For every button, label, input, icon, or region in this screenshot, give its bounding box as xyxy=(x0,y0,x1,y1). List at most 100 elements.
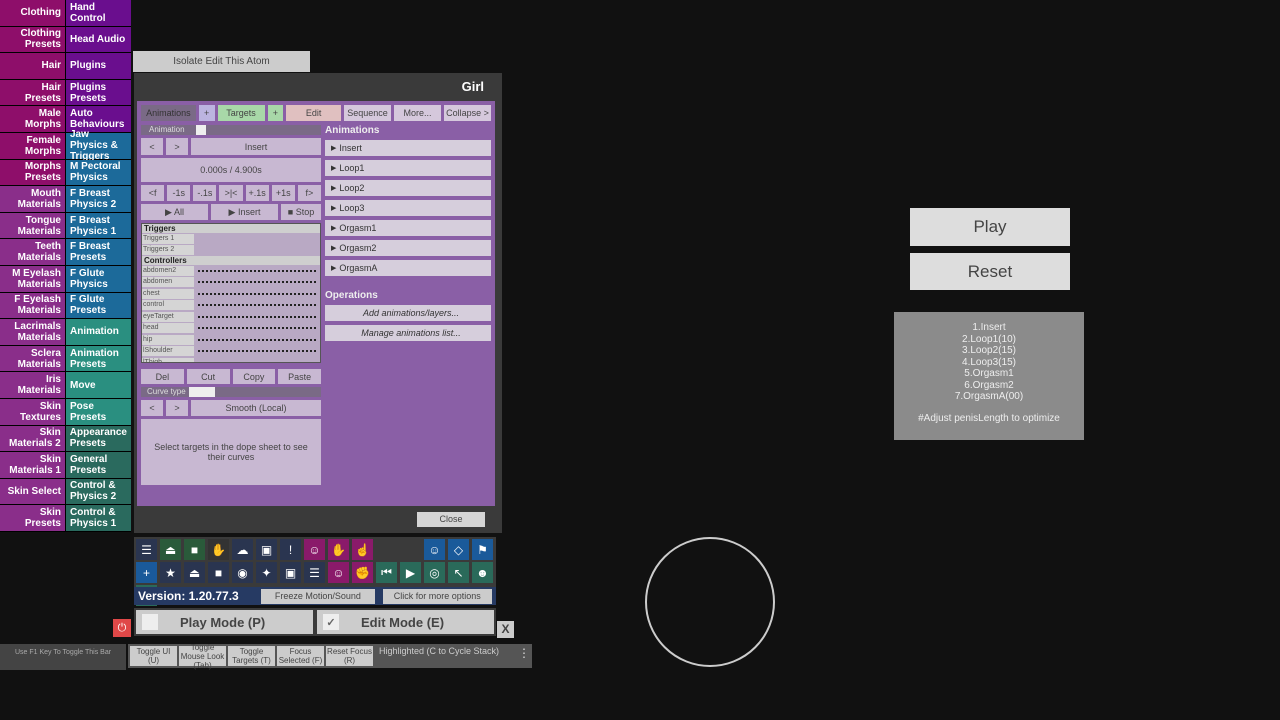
nodes-icon[interactable]: ✦ xyxy=(256,562,277,583)
scrubber[interactable]: 0.000s / 4.900s xyxy=(141,158,321,182)
step-button[interactable]: -.1s xyxy=(193,185,217,201)
sidebar-tab-left[interactable]: Sclera Materials xyxy=(0,345,66,372)
sidebar-tab-right[interactable]: Animation xyxy=(66,319,131,345)
edit-paste-button[interactable]: Paste xyxy=(278,369,321,384)
folder-save-icon[interactable]: ■ xyxy=(208,562,229,583)
add-animations-button[interactable]: Add animations/layers... xyxy=(325,305,491,321)
sidebar-tab-left[interactable]: Clothing xyxy=(0,0,66,26)
scene-play-button[interactable]: Play xyxy=(910,208,1070,246)
edit-copy-button[interactable]: Copy xyxy=(232,369,276,384)
bottom-bar-button[interactable]: Toggle Targets (T) xyxy=(228,646,275,666)
sidebar-tab-left[interactable]: Male Morphs xyxy=(0,106,66,132)
sidebar-tab-right[interactable]: Head Audio xyxy=(66,26,131,53)
sidebar-tab-right[interactable]: Auto Behaviours xyxy=(66,106,131,132)
box-icon[interactable]: ▣ xyxy=(256,539,277,560)
power-icon[interactable]: ⏻ xyxy=(113,619,131,637)
sidebar-tab-right[interactable]: M Pectoral Physics xyxy=(66,159,131,186)
transform-gizmo[interactable] xyxy=(645,537,775,667)
tab-targets[interactable]: Targets xyxy=(217,105,265,121)
isolate-edit-button[interactable]: Isolate Edit This Atom xyxy=(133,51,310,72)
dope-sheet[interactable]: Triggers Triggers 1 Triggers 2 Controllers a… xyxy=(141,223,321,363)
stop-button[interactable]: ■ Stop xyxy=(281,204,321,220)
sidebar-tab-left[interactable]: Hair Presets xyxy=(0,79,66,106)
controller-name[interactable]: lThigh xyxy=(142,357,194,362)
person-add-icon[interactable]: ☺ xyxy=(304,539,325,560)
controller-name[interactable]: eyeTarget xyxy=(142,311,194,322)
folder-open-icon[interactable]: ■ xyxy=(184,539,205,560)
sidebar-tab-right[interactable]: General Presets xyxy=(66,452,131,478)
sidebar-tab-right[interactable]: Pose Presets xyxy=(66,398,131,425)
tab-more[interactable]: More... xyxy=(394,105,441,121)
trigger-name[interactable]: Triggers 1 xyxy=(142,233,194,244)
person-icon[interactable]: ☺ xyxy=(424,539,445,560)
controller-name[interactable]: hip xyxy=(142,334,194,345)
animation-list-item[interactable]: ▶ Orgasm2 xyxy=(325,240,491,256)
sidebar-tab-left[interactable]: Skin Textures xyxy=(0,398,66,425)
controller-name[interactable]: abdomen xyxy=(142,277,194,288)
curve-type-slider[interactable] xyxy=(188,387,215,397)
keyframe-track[interactable] xyxy=(198,361,316,362)
document-icon[interactable]: ☰ xyxy=(304,562,325,583)
more-menu-icon[interactable]: ⋮ xyxy=(518,646,530,666)
freeze-motion-toggle[interactable]: Freeze Motion/Sound xyxy=(261,588,375,604)
step-button[interactable]: >|< xyxy=(219,185,243,201)
edit-mode-button[interactable]: ✓ Edit Mode (E) xyxy=(317,610,494,634)
sidebar-tab-left[interactable]: Tongue Materials xyxy=(0,212,66,239)
person-remove-icon[interactable]: ☺ xyxy=(328,562,349,583)
sidebar-tab-left[interactable]: Hair xyxy=(0,53,66,79)
sidebar-tab-left[interactable]: M Eyelash Materials xyxy=(0,265,66,292)
tab-animations[interactable]: Animations xyxy=(141,105,196,121)
sidebar-tab-left[interactable]: Skin Materials 2 xyxy=(0,425,66,452)
sidebar-tab-left[interactable]: Skin Select xyxy=(0,478,66,505)
sidebar-tab-right[interactable]: F Breast Physics 2 xyxy=(66,186,131,212)
keyframe-track[interactable] xyxy=(198,249,316,251)
sidebar-tab-right[interactable]: Plugins xyxy=(66,53,131,79)
prev-curve-button[interactable]: < xyxy=(141,400,163,416)
unity-icon[interactable]: ◇ xyxy=(448,539,469,560)
controller-name[interactable]: lShoulder xyxy=(142,346,194,357)
sidebar-tab-left[interactable]: Morphs Presets xyxy=(0,159,66,186)
sidebar-tab-right[interactable]: F Breast Physics 1 xyxy=(66,212,131,239)
animation-list-item[interactable]: ▶ OrgasmA xyxy=(325,260,491,276)
keyframe-track[interactable] xyxy=(198,281,316,284)
sidebar-tab-left[interactable]: Clothing Presets xyxy=(0,26,66,53)
sidebar-tab-right[interactable]: Control & Physics 1 xyxy=(66,505,131,531)
keyframe-track[interactable] xyxy=(198,315,316,318)
step-button[interactable]: +.1s xyxy=(245,185,269,201)
bottom-bar-button[interactable]: Toggle UI (U) xyxy=(130,646,177,666)
animation-list-item[interactable]: ▶ Loop1 xyxy=(325,160,491,176)
keyframe-track[interactable] xyxy=(198,327,316,330)
edit-del-button[interactable]: Del xyxy=(141,369,184,384)
close-button[interactable]: Close xyxy=(417,512,485,527)
controller-name[interactable]: control xyxy=(142,300,194,311)
sidebar-tab-left[interactable]: F Eyelash Materials xyxy=(0,292,66,319)
sidebar-tab-left[interactable]: Mouth Materials xyxy=(0,186,66,212)
play-mode-button[interactable]: Play Mode (P) xyxy=(136,610,313,634)
cloud-icon[interactable]: ☁ xyxy=(232,539,253,560)
bottom-bar-button[interactable]: Toggle Mouse Look (Tab) xyxy=(179,643,226,670)
tab-edit[interactable]: Edit xyxy=(286,105,341,121)
trigger-name[interactable]: Triggers 2 xyxy=(142,245,194,256)
people-icon[interactable]: ☻ xyxy=(472,562,493,583)
star-icon[interactable]: ★ xyxy=(160,562,181,583)
next-curve-button[interactable]: > xyxy=(166,400,188,416)
sidebar-tab-left[interactable]: Female Morphs xyxy=(0,132,66,159)
tab-collapse[interactable]: Collapse > xyxy=(444,105,491,121)
animation-slider-handle[interactable] xyxy=(195,125,206,135)
tab-targets-add[interactable]: + xyxy=(267,105,284,121)
sidebar-tab-left[interactable]: Teeth Materials xyxy=(0,239,66,265)
bottom-bar-button[interactable]: Focus Selected (F) xyxy=(277,646,324,666)
sidebar-tab-right[interactable]: Animation Presets xyxy=(66,345,131,372)
sidebar-tab-right[interactable]: Control & Physics 2 xyxy=(66,478,131,505)
controller-name[interactable]: abdomen2 xyxy=(142,265,194,276)
controller-name[interactable]: head xyxy=(142,323,194,334)
sidebar-tab-left[interactable]: Skin Presets xyxy=(0,505,66,531)
keyframe-track[interactable] xyxy=(198,269,316,272)
animation-list-item[interactable]: ▶ Insert xyxy=(325,140,491,156)
keyframe-track[interactable] xyxy=(198,238,316,240)
sidebar-tab-right[interactable]: Jaw Physics & Triggers xyxy=(66,129,131,162)
play-insert-button[interactable]: ▶ Insert xyxy=(211,204,278,220)
step-button[interactable]: f> xyxy=(297,185,321,201)
rewind-icon[interactable]: ⏮ xyxy=(376,562,397,583)
camera-icon[interactable]: ◉ xyxy=(232,562,253,583)
